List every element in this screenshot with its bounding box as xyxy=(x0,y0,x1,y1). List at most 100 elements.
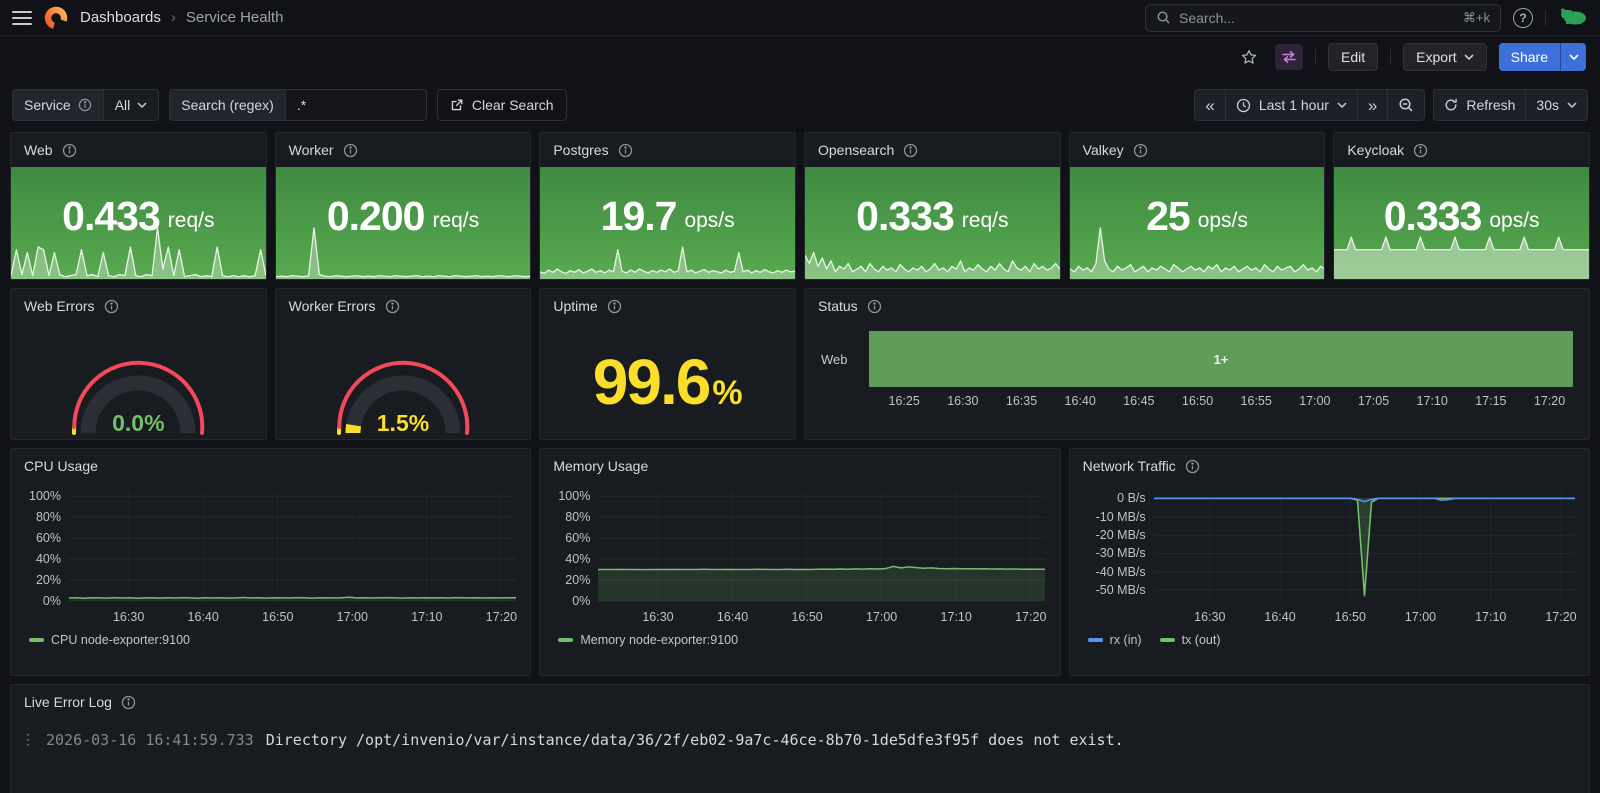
refresh-interval-picker[interactable]: 30s xyxy=(1525,89,1588,121)
info-icon[interactable] xyxy=(121,695,136,710)
panel-title: Web xyxy=(24,142,53,158)
stat-body: 25 ops/s xyxy=(1069,167,1325,279)
info-icon[interactable] xyxy=(1133,143,1148,158)
edit-button[interactable]: Edit xyxy=(1328,43,1379,71)
search-regex-field[interactable] xyxy=(284,89,427,121)
stat-panel-keycloak: Keycloak 0.333 ops/s xyxy=(1333,132,1590,280)
x-axis: 16:30 16:40 16:50 17:00 17:10 17:20 xyxy=(69,603,517,627)
panel-header[interactable]: CPU Usage xyxy=(11,449,530,483)
stat-body: 19.7 ops/s xyxy=(540,167,795,279)
x-axis: 16:30 16:40 16:50 17:00 17:10 17:20 xyxy=(598,603,1046,627)
panel-header[interactable]: Uptime xyxy=(540,289,795,323)
panel-header[interactable]: Worker xyxy=(276,133,531,167)
share-menu-button[interactable] xyxy=(1560,43,1586,71)
share-button[interactable]: Share xyxy=(1498,43,1560,71)
chevron-down-icon xyxy=(1567,102,1577,108)
x-tick-label: 16:40 xyxy=(187,610,219,624)
info-icon[interactable] xyxy=(607,299,622,314)
y-tick-label: 40% xyxy=(565,552,591,567)
time-shift-forward-button[interactable]: » xyxy=(1356,89,1389,121)
gauge-body: 0.0% xyxy=(11,323,266,439)
log-line[interactable]: ⋮ 2026-03-16 16:41:59.733 Directory /opt… xyxy=(11,719,1589,749)
info-icon[interactable] xyxy=(1413,143,1428,158)
network-chart-plot[interactable] xyxy=(1153,491,1575,603)
y-tick-label: 80% xyxy=(565,510,591,525)
info-icon[interactable] xyxy=(343,143,358,158)
clear-search-button[interactable]: Clear Search xyxy=(436,89,567,121)
help-icon[interactable]: ? xyxy=(1513,7,1533,28)
memory-chart-plot[interactable] xyxy=(598,491,1046,603)
info-icon[interactable] xyxy=(385,299,400,314)
grafana-logo[interactable] xyxy=(44,6,68,30)
refresh-button[interactable]: Refresh xyxy=(1433,89,1527,121)
panel-header[interactable]: Valkey xyxy=(1070,133,1325,167)
x-tick-label: 16:30 xyxy=(1194,610,1226,624)
panel-header[interactable]: Worker Errors xyxy=(276,289,531,323)
y-tick-label: 100% xyxy=(29,489,61,504)
search-regex-input[interactable] xyxy=(296,97,415,113)
panel-header[interactable]: Postgres xyxy=(540,133,795,167)
stat-number: 0.333 xyxy=(856,193,955,239)
service-value: All xyxy=(114,97,131,113)
panel-header[interactable]: Web xyxy=(11,133,266,167)
info-icon[interactable] xyxy=(867,299,882,314)
legend-swatch xyxy=(1087,638,1103,642)
time-range-picker[interactable]: Last 1 hour xyxy=(1224,89,1358,121)
panel-header[interactable]: Web Errors xyxy=(11,289,266,323)
stat-number: 25 xyxy=(1146,193,1191,239)
x-tick-label: 16:50 xyxy=(1334,610,1366,624)
breadcrumb-dashboards[interactable]: Dashboards xyxy=(80,9,161,26)
info-icon[interactable] xyxy=(78,98,92,112)
menu-icon[interactable] xyxy=(12,10,32,25)
time-shift-back-button[interactable]: « xyxy=(1194,89,1226,121)
zoom-out-button[interactable] xyxy=(1387,89,1426,121)
external-link-icon xyxy=(451,99,463,111)
uptime-body: 99.6 % xyxy=(540,323,795,439)
gauge-value: 1.5% xyxy=(376,410,430,436)
x-tick-label: 17:20 xyxy=(1545,610,1577,624)
uptime-value: 99.6 xyxy=(592,346,712,418)
panel-header[interactable]: Network Traffic xyxy=(1070,449,1589,483)
panel-header[interactable]: Status xyxy=(805,289,1589,323)
panel-header[interactable]: Opensearch xyxy=(805,133,1060,167)
x-tick-label: 16:30 xyxy=(112,610,145,624)
info-icon[interactable] xyxy=(104,299,119,314)
x-tick-label: 17:15 xyxy=(1475,394,1507,408)
global-search-input[interactable]: Search... ⌘+k xyxy=(1145,3,1501,32)
refresh-interval-label: 30s xyxy=(1536,97,1559,113)
info-icon[interactable] xyxy=(903,143,918,158)
status-bar[interactable]: 1+ xyxy=(868,331,1573,387)
panel-header[interactable]: Live Error Log xyxy=(11,685,1589,719)
legend-item-rx[interactable]: rx (in) xyxy=(1087,633,1142,647)
panel-header[interactable]: Keycloak xyxy=(1334,133,1589,167)
toolbar-divider xyxy=(1315,49,1317,65)
legend-item[interactable]: Memory node-exporter:9100 xyxy=(558,633,738,647)
filter-bar: Service All Search (regex) Clear Search … xyxy=(12,88,1588,122)
star-icon[interactable] xyxy=(1235,44,1263,70)
chart-legend: CPU node-exporter:9100 xyxy=(21,627,516,647)
zoom-out-icon xyxy=(1399,98,1413,112)
chart-legend: rx (in) tx (out) xyxy=(1080,627,1575,647)
export-button[interactable]: Export xyxy=(1403,43,1487,71)
avatar[interactable] xyxy=(1558,5,1588,30)
panel-header[interactable]: Memory Usage xyxy=(540,449,1059,483)
service-filter-label: Service xyxy=(12,89,104,121)
info-icon[interactable] xyxy=(62,143,77,158)
x-tick-label: 17:10 xyxy=(1475,610,1507,624)
compare-arrows-icon[interactable] xyxy=(1275,44,1304,70)
y-tick-label: 40% xyxy=(35,552,61,567)
legend-swatch xyxy=(1159,638,1175,642)
legend-item-tx[interactable]: tx (out) xyxy=(1159,633,1221,647)
clock-icon xyxy=(1236,98,1251,112)
legend-label: rx (in) xyxy=(1109,633,1142,647)
search-regex-label-box: Search (regex) xyxy=(169,89,286,121)
kebab-menu-icon[interactable]: ⋮ xyxy=(21,732,35,748)
share-label: Share xyxy=(1510,49,1548,65)
info-icon[interactable] xyxy=(618,143,633,158)
search-placeholder: Search... xyxy=(1179,9,1236,26)
legend-item[interactable]: CPU node-exporter:9100 xyxy=(29,633,190,647)
cpu-chart-plot[interactable] xyxy=(69,491,516,603)
y-tick-label: 60% xyxy=(35,531,61,546)
service-filter-value[interactable]: All xyxy=(102,89,160,121)
info-icon[interactable] xyxy=(1185,459,1200,474)
